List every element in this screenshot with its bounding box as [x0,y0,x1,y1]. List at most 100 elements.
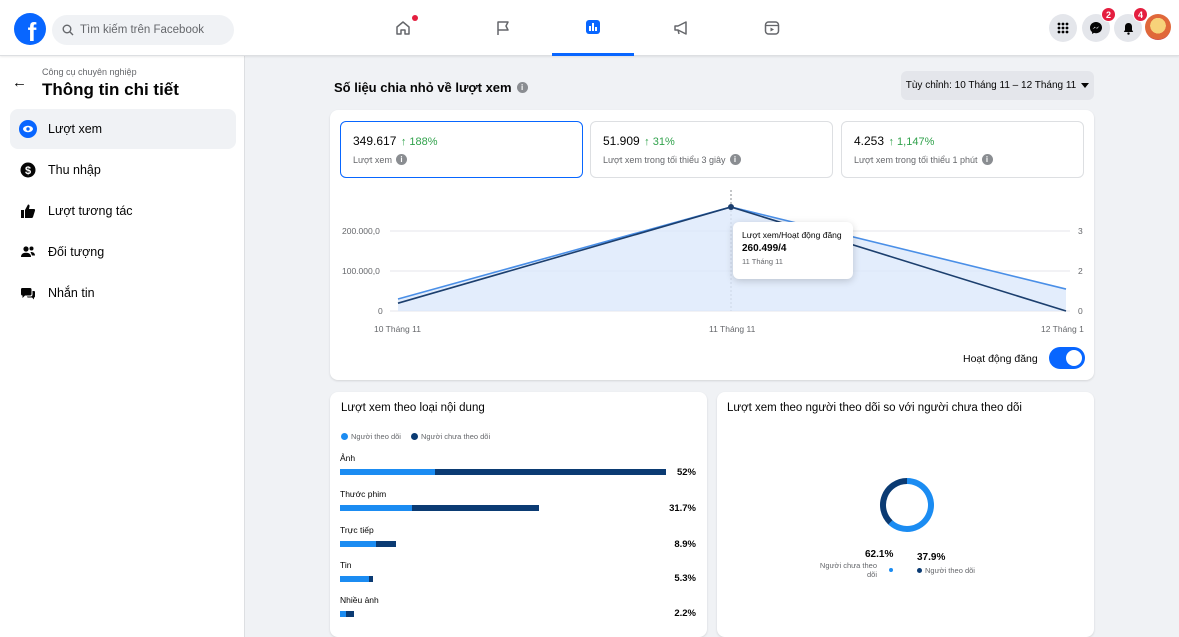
page-title: Số liệu chia nhỏ về lượt xem i [334,80,528,95]
bar-segment-followers [340,541,376,547]
sidebar-item-label: Lượt xem [48,122,103,136]
x-tick: 12 Tháng 1 [1041,324,1084,334]
non-followers-dot [889,568,893,572]
sidebar-item-label: Nhắn tin [48,286,95,300]
dollar-icon: $ [18,160,38,180]
followers-dot [917,568,922,573]
flag-icon [497,21,509,35]
followers-percent: 37.9% [917,552,946,563]
followers-label: Người theo dõi [917,566,975,575]
non-followers-percent: 62.1% [865,549,894,560]
bar-category-label: Tin [340,560,352,570]
bar-segment-non-followers [375,541,396,547]
bar-category-label: Trực tiếp [340,525,374,535]
thumbs-up-icon [18,201,38,221]
y-tick-right: 0 [1078,306,1083,316]
content-type-legend: Người theo dõi Người chưa theo dõi [341,432,490,441]
metric-value: 51.909 [603,134,640,148]
donut-slice-1 [880,478,908,525]
bar-albums[interactable] [340,611,354,617]
post-activity-toggle-label: Hoạt động đăng [963,353,1038,365]
back-arrow-icon[interactable]: ← [12,74,27,91]
tab-video[interactable] [731,0,813,56]
bell-icon [1123,22,1133,35]
sidebar-item-messages[interactable]: Nhắn tin [10,273,236,313]
bar-segment-non-followers [411,505,539,511]
bar-category-label: Thước phim [340,489,387,499]
bar-segment-followers [340,576,370,582]
bar-segment-non-followers [369,576,374,582]
messenger-button[interactable]: 2 [1082,7,1116,42]
followers-donut-chart[interactable] [879,477,935,533]
info-icon[interactable]: i [516,82,528,93]
tooltip-title: Lượt xem/Hoạt động đăng [742,230,842,240]
metric-label: Lượt xem trong tối thiểu 1 phút [854,154,978,165]
facebook-logo[interactable]: f [14,13,46,45]
metric-change: ↑ 1,147% [888,136,935,148]
tooltip-date: 11 Tháng 11 [742,257,783,266]
metric-views-1m[interactable]: 4.253 ↑ 1,147% Lượt xem trong tối thiểu … [841,121,1084,178]
sidebar: ← Công cụ chuyên nghiệp Thông tin chi ti… [0,56,245,637]
messenger-badge: 2 [1101,7,1116,22]
page-title-text: Số liệu chia nhỏ về lượt xem [334,80,512,95]
notifications-button[interactable]: 4 [1114,7,1148,42]
tab-insights[interactable] [552,0,634,56]
donut-slice-0 [888,478,934,532]
y-tick-right: 2 [1078,266,1083,276]
bar-stories[interactable] [340,576,374,582]
bar-percent: 5.3% [674,573,696,584]
metric-change: ↑ 188% [400,136,438,148]
legend-followers: Người theo dõi [341,432,401,441]
date-range-text: Tùy chỉnh: 10 Tháng 11 – 12 Tháng 11 [905,80,1077,91]
post-activity-toggle[interactable] [1049,347,1085,369]
profile-avatar[interactable] [1145,14,1171,40]
metric-value: 349.617 [353,134,397,148]
tooltip-value: 260.499/4 [742,243,787,254]
bar-reels[interactable] [340,505,539,511]
y-tick-left: 0 [378,306,383,316]
metric-value: 4.253 [854,134,885,148]
date-range-dropdown[interactable]: Tùy chỉnh: 10 Tháng 11 – 12 Tháng 11 [901,71,1094,100]
bar-segment-followers [340,469,435,475]
bar-percent: 52% [676,467,696,478]
chart-tooltip: Lượt xem/Hoạt động đăng 260.499/4 11 Thá… [733,222,853,279]
metric-views[interactable]: 349.617 ↑ 188% Lượt xem i [340,121,583,178]
megaphone-icon [674,21,687,35]
metric-views-3s[interactable]: 51.909 ↑ 31% Lượt xem trong tối thiểu 3 … [590,121,833,178]
bar-segment-followers [340,505,412,511]
home-icon [396,21,410,35]
sidebar-item-income[interactable]: $ Thu nhập [10,150,236,190]
tab-ads[interactable] [640,0,722,56]
tab-home[interactable] [362,0,444,56]
sidebar-subtitle: Công cụ chuyên nghiệp [42,67,137,77]
bar-category-label: Nhiều ảnh [340,595,379,605]
search-icon [62,24,74,36]
video-icon [764,21,780,35]
sidebar-item-label: Đối tượng [48,245,105,259]
sidebar-item-engagement[interactable]: Lượt tương tác [10,191,236,231]
bar-percent: 2.2% [674,608,696,619]
search-input[interactable]: Tìm kiếm trên Facebook [52,15,234,45]
svg-text:$: $ [25,165,31,177]
legend-non-followers: Người chưa theo dõi [410,432,490,441]
y-tick-right: 3 [1078,226,1083,236]
info-icon[interactable]: i [729,154,741,165]
sidebar-item-audience[interactable]: Đối tượng [10,232,236,272]
toggle-knob [1066,350,1082,366]
bar-photos[interactable] [340,469,666,475]
sidebar-item-label: Lượt tương tác [48,204,133,218]
info-icon[interactable]: i [981,154,993,165]
bar-category-label: Ảnh [340,453,356,463]
tab-pages[interactable] [462,0,544,56]
bar-live[interactable] [340,541,396,547]
info-icon[interactable]: i [395,154,407,165]
bar-percent: 31.7% [669,503,696,514]
sidebar-item-views[interactable]: Lượt xem [10,109,236,149]
menu-button[interactable] [1049,14,1077,42]
metric-label: Lượt xem trong tối thiểu 3 giây [603,154,726,165]
metric-change: ↑ 31% [644,136,675,148]
insights-icon [586,19,600,34]
content-type-title: Lượt xem theo loại nội dung [341,402,485,414]
bar-percent: 8.9% [674,539,696,550]
x-tick: 10 Tháng 11 [374,324,421,334]
